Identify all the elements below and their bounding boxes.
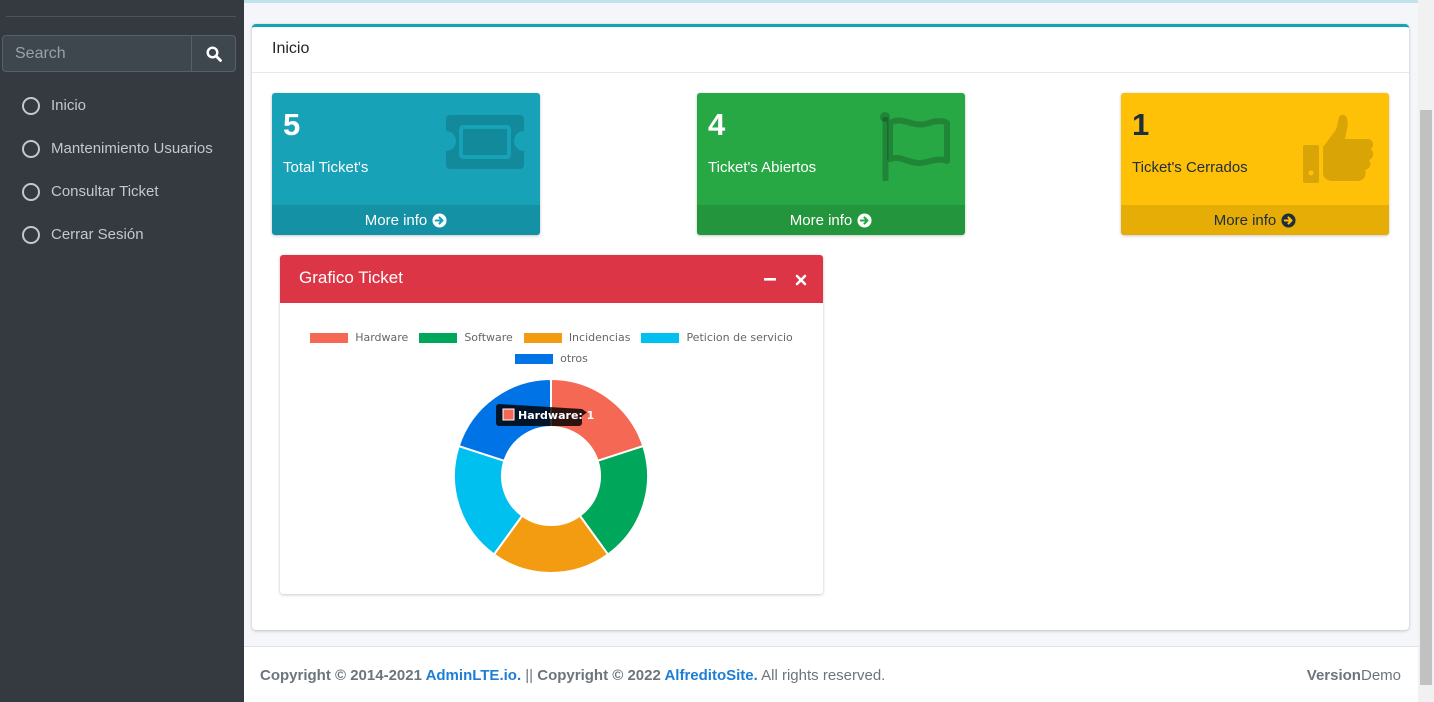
footer: Copyright © 2014-2021 AdminLTE.io. || Co… xyxy=(244,646,1418,702)
legend-item[interactable]: Peticion de servicio xyxy=(641,331,793,344)
search-button[interactable] xyxy=(191,35,236,72)
circle-icon xyxy=(22,96,40,115)
legend-swatch xyxy=(310,332,349,343)
legend-label: Software xyxy=(464,331,513,344)
ticket-icon xyxy=(444,111,526,178)
sidebar-divider xyxy=(6,16,236,17)
sidebar-item-mantenimiento-usuarios[interactable]: Mantenimiento Usuarios xyxy=(0,127,244,170)
more-info-label: More info xyxy=(789,211,853,229)
chart-card-header: Grafico Ticket xyxy=(280,255,823,303)
sidebar-item-consultar-ticket[interactable]: Consultar Ticket xyxy=(0,170,244,213)
arrow-circle-right-icon xyxy=(1281,212,1296,228)
search-icon xyxy=(205,45,222,62)
card-tools xyxy=(763,271,807,291)
more-info-link[interactable]: More info xyxy=(1121,205,1389,235)
chart-card-title: Grafico Ticket xyxy=(299,268,403,287)
legend-label: Peticion de servicio xyxy=(686,331,793,344)
legend-item[interactable]: Software xyxy=(419,331,513,344)
more-info-link[interactable]: More info xyxy=(697,205,965,235)
sidebar-item-label: Inicio xyxy=(51,97,87,114)
page-title: Inicio xyxy=(252,27,1409,73)
scrollbar-thumb[interactable] xyxy=(1420,110,1432,685)
circle-icon xyxy=(22,225,40,244)
box-value: 1 xyxy=(1132,107,1150,142)
sidebar-item-label: Mantenimiento Usuarios xyxy=(51,140,213,157)
legend-swatch xyxy=(515,353,554,364)
legend-item[interactable]: otros xyxy=(515,352,588,365)
alfreditosite-link[interactable]: AlfreditoSite. xyxy=(664,667,757,684)
closed-tickets-box: 1 Ticket's Cerrados More info xyxy=(1121,93,1389,235)
legend-item[interactable]: Incidencias xyxy=(523,331,631,344)
chart-legend: Hardware Software Incidencias Peticion de s… xyxy=(280,331,823,373)
collapse-button[interactable] xyxy=(763,271,777,291)
sidebar-item-label: Consultar Ticket xyxy=(51,183,159,200)
legend-swatch xyxy=(641,332,680,343)
sidebar-nav: Inicio Mantenimiento Usuarios Consultar … xyxy=(0,84,244,256)
separator: || xyxy=(521,667,538,684)
sidebar-item-inicio[interactable]: Inicio xyxy=(0,84,244,127)
copyright-text-2: Copyright © 2022 xyxy=(537,667,665,684)
thumbs-up-icon xyxy=(1301,111,1375,190)
circle-icon xyxy=(22,182,40,201)
version-value: Demo xyxy=(1360,667,1401,684)
legend-row: Hardware Software Incidencias Peticion de s… xyxy=(280,331,823,344)
sidebar-item-cerrar-sesion[interactable]: Cerrar Sesión xyxy=(0,213,244,256)
legend-swatch xyxy=(419,332,458,343)
scrollbar[interactable] xyxy=(1418,0,1434,702)
more-info-link[interactable]: More info xyxy=(272,205,540,235)
chart-card: Grafico Ticket Hardware Software Incidenci… xyxy=(280,255,823,594)
arrow-circle-right-icon xyxy=(432,212,447,228)
open-tickets-box: 4 Ticket's Abiertos More info xyxy=(697,93,965,235)
more-info-label: More info xyxy=(364,211,428,229)
tooltip-text: Hardware: 1 xyxy=(518,409,594,422)
close-icon xyxy=(795,274,807,286)
box-label: Ticket's Cerrados xyxy=(1132,159,1248,176)
legend-label: Hardware xyxy=(355,331,409,344)
sidebar: Inicio Mantenimiento Usuarios Consultar … xyxy=(0,0,244,702)
more-info-label: More info xyxy=(1213,211,1277,229)
box-label: Total Ticket's xyxy=(283,159,369,176)
donut-chart: Hardware: 1 xyxy=(453,377,649,574)
box-value: 4 xyxy=(708,107,726,142)
sidebar-search xyxy=(2,35,236,72)
flag-icon xyxy=(879,111,951,188)
legend-label: otros xyxy=(560,352,588,365)
adminlte-link[interactable]: AdminLTE.io. xyxy=(426,667,522,684)
sidebar-item-label: Cerrar Sesión xyxy=(51,226,144,243)
remove-button[interactable] xyxy=(795,271,807,291)
minus-icon xyxy=(764,278,776,281)
total-tickets-box: 5 Total Ticket's More info xyxy=(272,93,540,235)
legend-item[interactable]: Hardware xyxy=(310,331,408,344)
box-value: 5 xyxy=(283,107,301,142)
arrow-circle-right-icon xyxy=(857,212,872,228)
box-label: Ticket's Abiertos xyxy=(708,159,817,176)
copyright-text: Copyright © 2014-2021 xyxy=(260,667,426,684)
rights-text: All rights reserved. xyxy=(757,667,886,684)
legend-label: Incidencias xyxy=(568,331,631,344)
version-label: Version xyxy=(1306,667,1361,684)
legend-swatch xyxy=(523,332,562,343)
search-input[interactable] xyxy=(2,35,191,72)
version-info: VersionDemo xyxy=(1307,667,1401,684)
legend-row: otros xyxy=(280,352,823,365)
circle-icon xyxy=(22,139,40,158)
